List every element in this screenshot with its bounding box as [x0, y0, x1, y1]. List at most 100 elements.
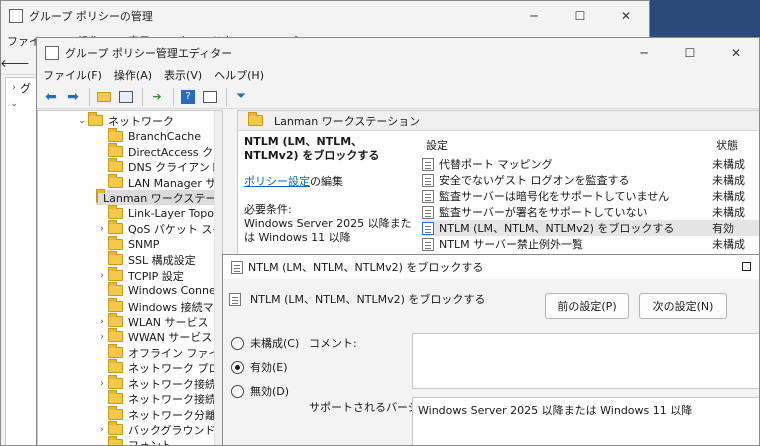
back-arrow-icon[interactable]: 🡐	[1, 53, 30, 73]
maximize-icon[interactable]: ☐	[557, 1, 603, 31]
folder-icon	[108, 375, 123, 389]
tree-item[interactable]: SNMP	[96, 236, 159, 252]
policy-setting-icon	[422, 189, 434, 203]
folder-icon	[108, 359, 123, 373]
editor-minimize-icon[interactable]: ─	[621, 38, 667, 68]
tree-item-network[interactable]: ⌄ ネットワーク	[76, 112, 174, 128]
folder-icon	[108, 344, 123, 358]
policy-setting-icon	[422, 173, 434, 187]
edit-policy-line: ポリシー設定の編集	[244, 175, 343, 188]
tree-item[interactable]: Windows 接続マネー	[96, 298, 222, 314]
setting-row[interactable]: 安全でないゲスト ログオンを監査する 未構成	[422, 172, 759, 188]
folder-icon	[108, 298, 123, 312]
expand-icon[interactable]: ›	[96, 224, 108, 234]
edit-policy-link[interactable]: ポリシー設定	[244, 175, 310, 188]
folder-icon	[108, 220, 123, 234]
folder-icon	[108, 267, 123, 281]
show-hide-tree-icon[interactable]	[116, 87, 136, 107]
tree-item[interactable]: Windows Connect N	[96, 282, 222, 298]
previous-setting-button[interactable]: 前の設定(P)	[545, 293, 629, 319]
tree-item[interactable]: ネットワーク分離	[96, 406, 216, 422]
requirements-label: 必要条件:	[244, 203, 292, 216]
tree-item[interactable]: Link-Layer Topology	[96, 205, 222, 221]
menu-file[interactable]: ファイル(F)	[43, 67, 102, 83]
tree-item[interactable]: SSL 構成設定	[96, 251, 196, 267]
folder-icon	[108, 251, 123, 265]
tree-item[interactable]: DirectAccess クライア	[96, 143, 222, 159]
expand-icon[interactable]: ›	[96, 271, 108, 281]
tree-item[interactable]: › WWAN サービス	[96, 328, 212, 344]
tree-item[interactable]: フォント	[96, 436, 172, 445]
setting-row[interactable]: 監査サーバーが署名をサポートしていない 未構成	[422, 204, 759, 220]
setting-row[interactable]: 監査サーバーは暗号化をサポートしていません 未構成	[422, 188, 759, 204]
pane-header: Lanman ワークステーション	[238, 111, 759, 131]
disabled-radio[interactable]: 無効(D)	[231, 383, 289, 399]
editor-close-icon[interactable]: ✕	[713, 38, 759, 68]
outer-tree-expander[interactable]: ⌄	[8, 96, 20, 111]
menu-action[interactable]: 操作(A)	[114, 67, 152, 83]
outer-tree-item[interactable]: › グ	[8, 80, 31, 95]
editor-maximize-icon[interactable]: ☐	[667, 38, 713, 68]
maximize-icon[interactable]	[742, 262, 751, 271]
radio-icon	[231, 384, 244, 398]
tree-item[interactable]: オフライン ファイル	[96, 344, 222, 360]
setting-row[interactable]: NTLM サーバー禁止例外一覧 未構成	[422, 236, 759, 252]
close-icon[interactable]: ✕	[603, 1, 649, 31]
folder-icon	[108, 143, 123, 157]
folder-icon	[248, 112, 263, 126]
dialog-heading-row: NTLM (LM、NTLM、NTLMv2) をブロックする	[229, 291, 485, 307]
collapse-icon[interactable]: ⌄	[76, 116, 88, 126]
supported-value: Windows Server 2025 以降または Windows 11 以降	[418, 404, 693, 417]
dialog-heading: NTLM (LM、NTLM、NTLMv2) をブロックする	[250, 293, 486, 306]
next-setting-button[interactable]: 次の設定(N)	[639, 293, 727, 319]
minimize-icon[interactable]: ─	[511, 1, 557, 31]
tree-item[interactable]: ネットワーク プロバイダー	[96, 359, 222, 375]
up-folder-icon[interactable]	[94, 87, 114, 107]
outer-titlebar: グループ ポリシーの管理 ─ ☐ ✕	[1, 1, 649, 31]
folder-icon	[108, 158, 123, 172]
tree-item[interactable]: LAN Manager サーバ	[96, 174, 222, 190]
help-icon[interactable]: ?	[178, 87, 198, 107]
tree-item[interactable]: ネットワーク接続状態イ	[96, 390, 222, 406]
tree-item[interactable]: ›バックグラウンド インテリ	[96, 421, 222, 437]
tree-scrollbar[interactable]	[214, 111, 222, 445]
export-list-icon[interactable]: ➔	[147, 87, 167, 107]
not-configured-radio[interactable]: 未構成(C)	[231, 335, 299, 351]
folder-icon	[108, 128, 123, 142]
back-arrow-icon[interactable]: ⬅	[41, 87, 61, 107]
tree-item[interactable]: ›QoS パケット スケジュー	[96, 220, 222, 236]
enabled-radio[interactable]: 有効(E)	[231, 359, 288, 375]
folder-icon	[108, 421, 123, 435]
toolbar-divider	[142, 87, 143, 106]
expand-icon[interactable]: ›	[96, 379, 108, 389]
folder-icon	[108, 236, 123, 250]
properties-icon[interactable]	[200, 87, 220, 107]
tree-item[interactable]: › ネットワーク接続	[96, 375, 216, 391]
tree-item[interactable]: BranchCache	[96, 128, 201, 144]
menu-view[interactable]: 表示(V)	[164, 67, 202, 83]
menu-help[interactable]: ヘルプ(H)	[214, 67, 264, 83]
tree-item[interactable]: › WLAN サービス	[96, 313, 209, 329]
dialog-titlebar: NTLM (LM、NTLM、NTLMv2) をブロックする	[223, 255, 759, 279]
radio-icon	[231, 336, 244, 350]
tree-item[interactable]: DNS クライアント	[96, 158, 221, 174]
policy-setting-icon	[229, 292, 241, 306]
comment-textarea[interactable]	[412, 333, 759, 389]
supported-value-box: Windows Server 2025 以降または Windows 11 以降	[412, 397, 759, 445]
column-header-setting[interactable]: 設定	[426, 137, 448, 153]
filter-icon[interactable]: ⏷	[231, 87, 251, 107]
expand-icon[interactable]: ›	[96, 332, 108, 342]
editor-titlebar: グループ ポリシー管理エディター ─ ☐ ✕	[37, 38, 759, 68]
policy-dialog-icon	[231, 260, 243, 274]
tree-item-lanman-selected[interactable]: Lanman ワークステーシ	[96, 189, 222, 205]
expand-icon[interactable]: ›	[96, 425, 108, 435]
tree-item[interactable]: › TCPIP 設定	[96, 267, 184, 283]
folder-icon	[108, 328, 123, 342]
setting-row[interactable]: 代替ポート マッピング 未構成	[422, 156, 759, 172]
toolbar-divider	[89, 87, 90, 106]
forward-arrow-icon[interactable]: ➡	[63, 87, 83, 107]
requirements-value: Windows Server 2025 以降または Windows 11 以降	[244, 217, 412, 244]
setting-row-selected[interactable]: NTLM (LM、NTLM、NTLMv2) をブロックする 有効	[422, 220, 759, 236]
expand-icon[interactable]: ›	[96, 317, 108, 327]
column-header-state[interactable]: 状態	[716, 137, 738, 153]
